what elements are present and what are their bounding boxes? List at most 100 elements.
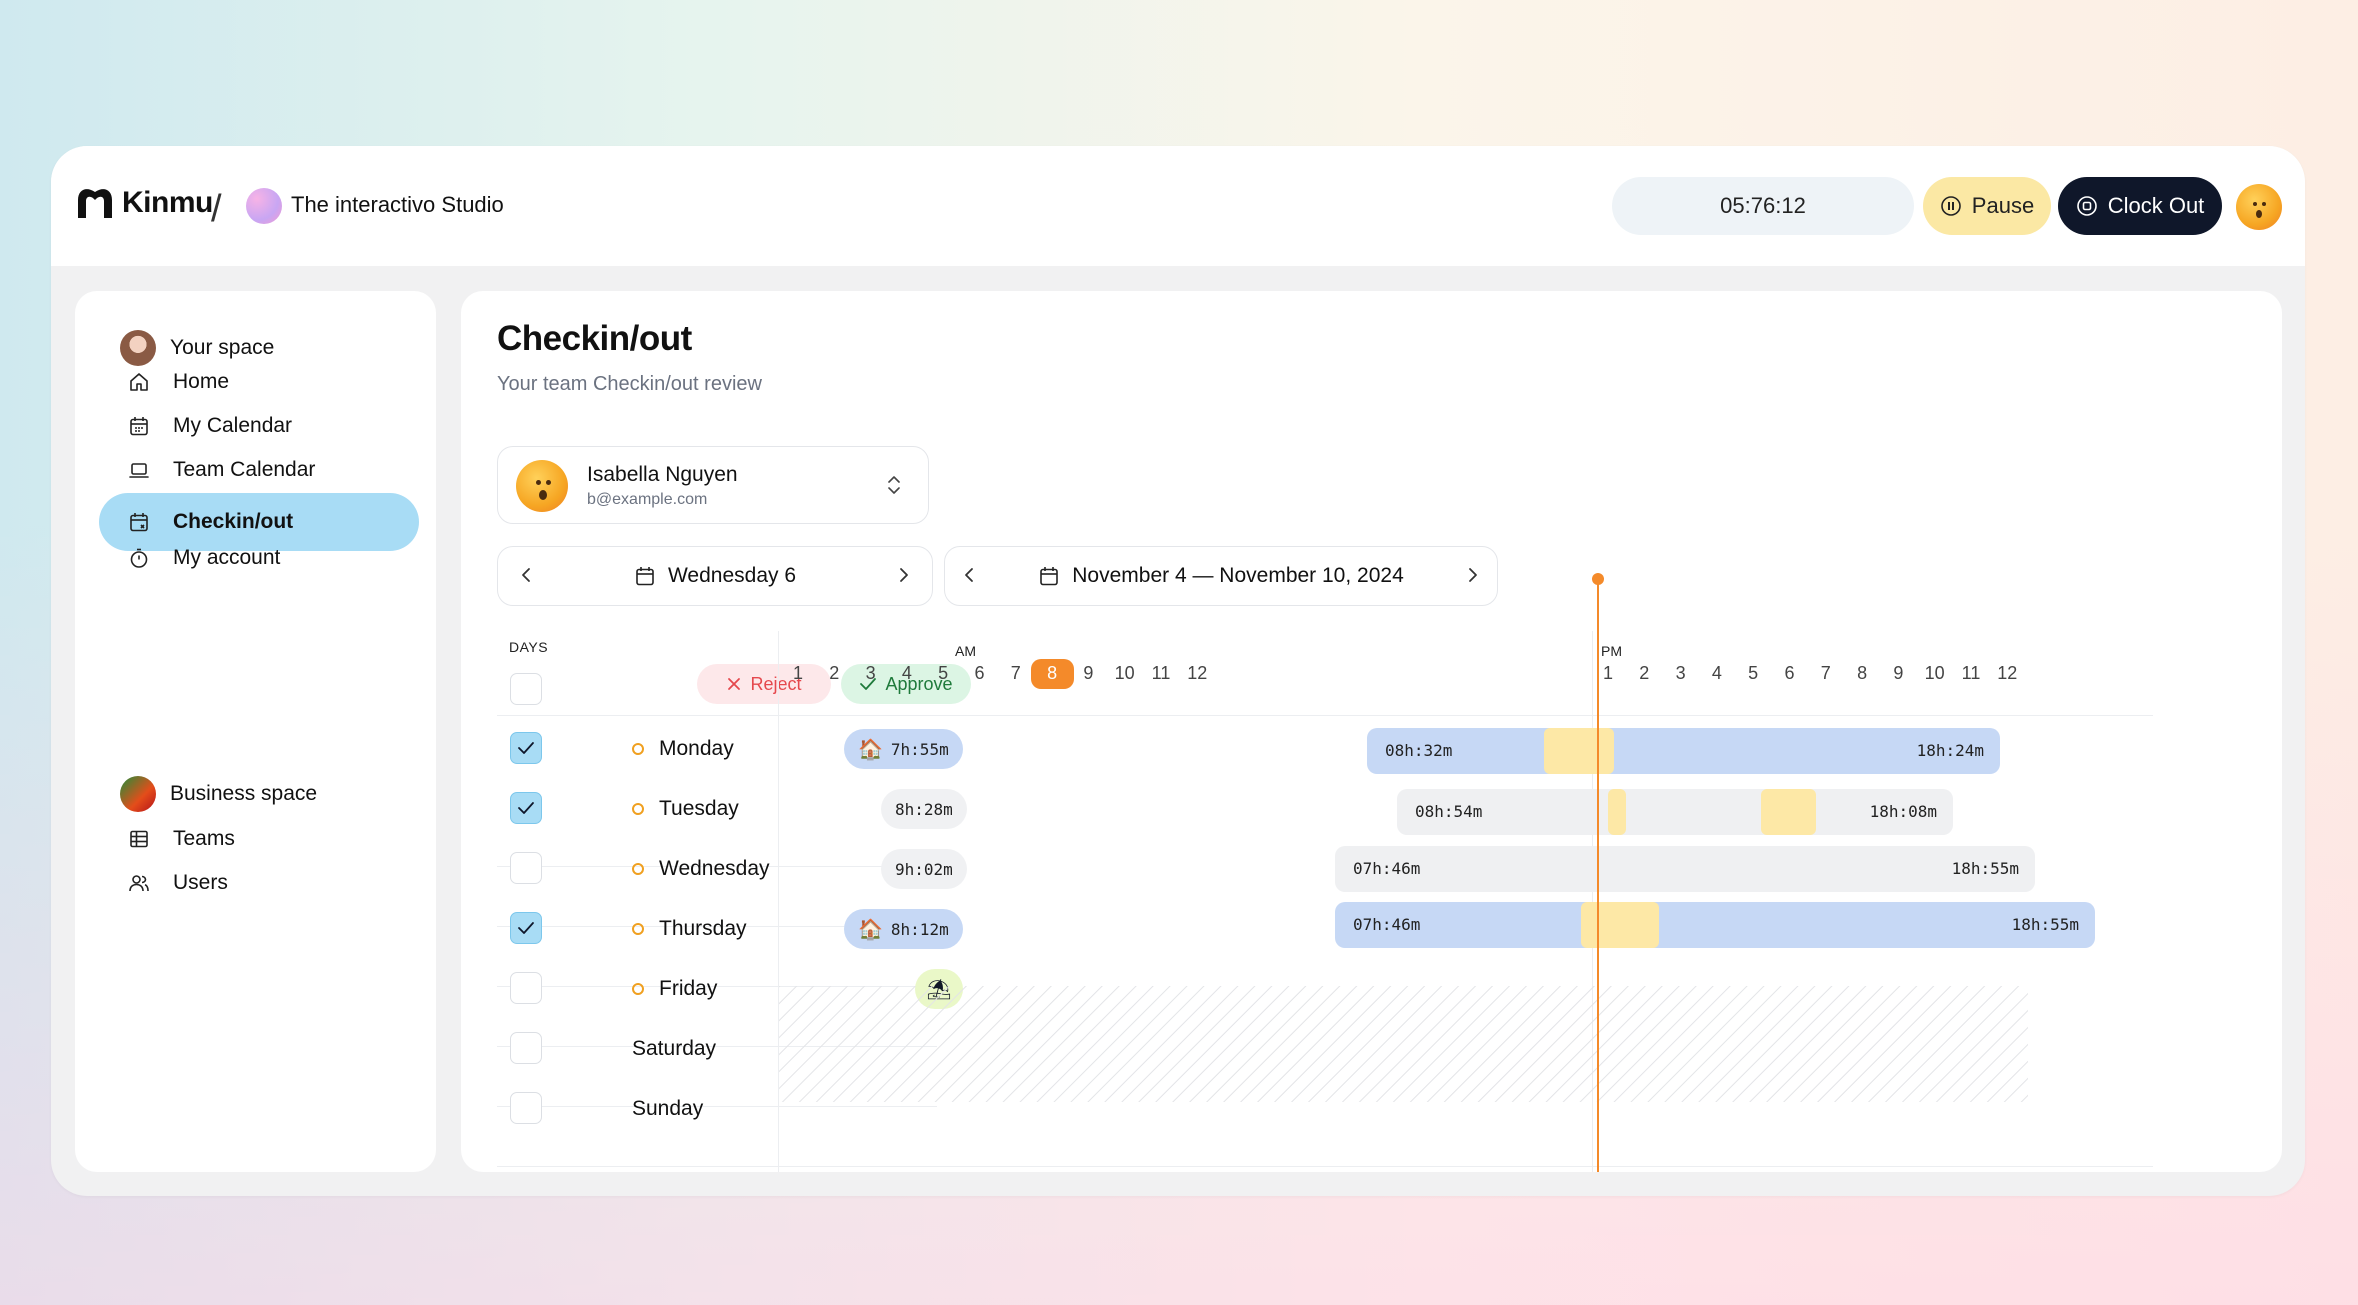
main-panel: Checkin/out Your team Checkin/out review… xyxy=(461,291,2282,1172)
time-bar-wednesday[interactable]: 07h:46m 18h:55m xyxy=(1335,846,2035,892)
hour-tick-am-2: 2 xyxy=(829,663,840,683)
status-dot xyxy=(632,923,644,935)
chevron-up-down-icon xyxy=(888,476,900,494)
day-name-thursday: Thursday xyxy=(659,917,747,940)
sidebar-item-team-calendar[interactable]: Team Calendar xyxy=(99,441,419,499)
sidebar-item-users[interactable]: Users xyxy=(99,854,419,912)
status-dot xyxy=(632,863,644,875)
status-dot xyxy=(632,983,644,995)
sidebar-item-label: Home xyxy=(173,370,230,393)
app-window: Kinmu / The interactivo Studio 05:76:12 … xyxy=(51,146,2305,1196)
time-bar-tuesday[interactable]: 08h:54m 18h:08m xyxy=(1397,789,1953,835)
checkin-time: 08h:54m xyxy=(1415,802,1483,821)
week-label[interactable]: November 4 — November 10, 2024 xyxy=(1072,564,1404,588)
hour-tick-am-11: 11 xyxy=(1151,663,1171,683)
hour-tick-pm-1: 1 xyxy=(1602,663,1613,683)
check-icon xyxy=(518,802,534,814)
day-name-saturday: Saturday xyxy=(632,1037,717,1060)
hour-tick-am-5: 5 xyxy=(938,663,949,683)
row-checkbox-thursday[interactable] xyxy=(510,912,542,944)
business-space-header[interactable]: Business space xyxy=(120,776,317,812)
hour-tick-pm-4: 4 xyxy=(1711,663,1722,683)
day-name-monday: Monday xyxy=(659,737,734,760)
checkin-time: 08h:32m xyxy=(1385,741,1453,760)
business-space-label: Business space xyxy=(170,782,318,805)
day-name-friday: Friday xyxy=(659,977,718,1000)
row-checkbox-wednesday[interactable] xyxy=(510,852,542,884)
hour-tick-am-3: 3 xyxy=(865,663,876,683)
hour-tick-am-9: 9 xyxy=(1083,663,1094,683)
workspace-name[interactable]: The interactivo Studio xyxy=(291,192,504,218)
day-name-wednesday: Wednesday xyxy=(659,857,770,880)
select-all-checkbox[interactable] xyxy=(510,673,542,705)
chevron-right-icon[interactable] xyxy=(1465,565,1481,585)
brand-name: Kinmu xyxy=(122,186,213,219)
elapsed-timer: 05:76:12 xyxy=(1612,177,1914,235)
selected-user-avatar xyxy=(516,460,568,512)
am-label: AM xyxy=(955,643,976,659)
sidebar-item-label: Team Calendar xyxy=(173,458,316,481)
workspace-avatar xyxy=(246,188,282,224)
stop-icon xyxy=(2076,196,2097,216)
row-checkbox-sunday[interactable] xyxy=(510,1092,542,1124)
sidebar-item-label: Users xyxy=(173,871,228,894)
hour-tick-am-4: 4 xyxy=(901,663,912,683)
checkout-time: 18h:24m xyxy=(1916,741,1984,760)
break-segment xyxy=(1581,902,1659,948)
calendar-icon xyxy=(1040,567,1059,586)
stopwatch-icon xyxy=(127,546,151,570)
hour-tick-pm-11: 11 xyxy=(1961,663,1981,683)
days-column-header: DAYS xyxy=(509,639,549,655)
day-name-sunday: Sunday xyxy=(632,1097,704,1120)
clock-out-button[interactable]: Clock Out xyxy=(2058,177,2222,235)
duration-value: 9h:02m xyxy=(895,859,953,879)
hour-tick-pm-9: 9 xyxy=(1893,663,1904,683)
checkin-time: 07h:46m xyxy=(1353,915,1421,934)
hour-tick-am-6: 6 xyxy=(974,663,985,683)
day-name-tuesday: Tuesday xyxy=(659,797,739,820)
chevron-left-icon[interactable] xyxy=(518,565,534,585)
duration-value: 8h:12m xyxy=(890,919,949,939)
week-navigator: November 4 — November 10, 2024 xyxy=(944,546,1498,606)
sidebar: Your space Home My Calendar Team Calenda… xyxy=(75,291,436,1172)
day-navigator: Wednesday 6 xyxy=(497,546,933,606)
hour-tick-pm-8: 8 xyxy=(1857,663,1868,683)
hour-tick-pm-6: 6 xyxy=(1784,663,1795,683)
pm-label: PM xyxy=(1601,643,1622,659)
chevron-right-icon[interactable] xyxy=(896,565,912,585)
duration-badge-monday: 🏠 7h:55m xyxy=(844,729,963,769)
grid-icon xyxy=(127,827,151,851)
pause-icon xyxy=(1940,196,1961,216)
row-divider xyxy=(497,1106,937,1107)
hour-tick-am-1: 1 xyxy=(792,663,803,683)
user-avatar[interactable] xyxy=(2236,184,2282,230)
chevron-left-icon[interactable] xyxy=(961,565,977,585)
home-emoji-icon: 🏠 xyxy=(858,917,883,941)
duration-badge-wednesday: 9h:02m xyxy=(881,849,967,889)
row-checkbox-monday[interactable] xyxy=(510,732,542,764)
hour-tick-pm-2: 2 xyxy=(1639,663,1650,683)
sidebar-item-label: My account xyxy=(173,546,281,569)
sidebar-item-my-account[interactable]: My account xyxy=(99,529,419,587)
hour-tick-am-10: 10 xyxy=(1114,663,1135,683)
sidebar-item-label: My Calendar xyxy=(173,414,293,437)
hour-tick-pm-7: 7 xyxy=(1820,663,1831,683)
top-bar: Kinmu / The interactivo Studio 05:76:12 … xyxy=(51,146,2305,266)
time-bar-thursday[interactable]: 07h:46m 18h:55m xyxy=(1335,902,2095,948)
hour-tick-am-12: 12 xyxy=(1187,663,1208,683)
calendar-icon xyxy=(127,414,151,438)
checkout-time: 18h:08m xyxy=(1869,802,1937,821)
row-checkbox-friday[interactable] xyxy=(510,972,542,1004)
day-label[interactable]: Wednesday 6 xyxy=(668,564,796,588)
pause-label: Pause xyxy=(1971,193,2035,218)
row-checkbox-tuesday[interactable] xyxy=(510,792,542,824)
time-bar-monday[interactable]: 08h:32m 18h:24m xyxy=(1367,728,2000,774)
duration-value: 7h:55m xyxy=(890,739,949,759)
laptop-icon xyxy=(127,458,151,482)
brand-logo[interactable]: Kinmu xyxy=(74,184,213,222)
pause-button[interactable]: Pause xyxy=(1923,177,2051,235)
row-checkbox-saturday[interactable] xyxy=(510,1032,542,1064)
user-select[interactable]: Isabella Nguyen b@example.com xyxy=(497,446,929,524)
row-divider xyxy=(497,1166,2153,1167)
break-segment xyxy=(1761,789,1816,835)
